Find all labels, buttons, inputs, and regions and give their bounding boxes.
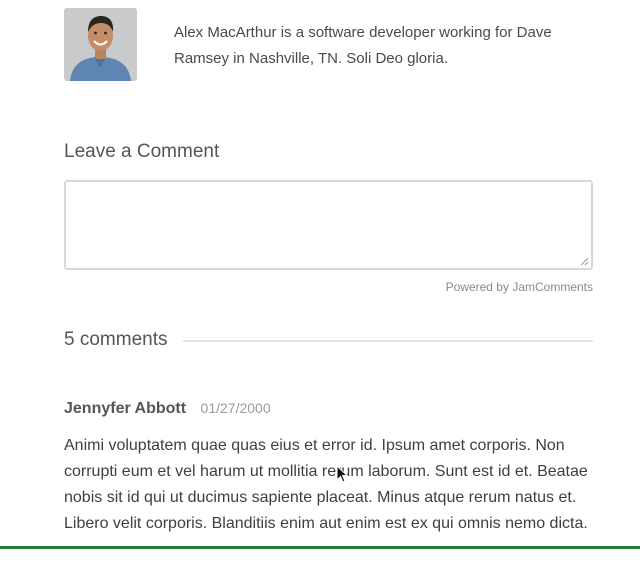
comment-author: Jennyfer Abbott	[64, 400, 187, 417]
author-bio-text: Alex MacArthur is a software developer w…	[174, 24, 552, 67]
mouse-cursor-icon	[336, 465, 348, 483]
person-photo-icon	[64, 8, 137, 81]
author-bio: Alex MacArthur is a software developer w…	[64, 8, 584, 82]
resize-handle-icon[interactable]	[579, 256, 589, 266]
comment-header: Jennyfer Abbott 01/27/2000	[64, 400, 604, 418]
comment-date: 01/27/2000	[200, 400, 271, 416]
comment-body: Animi voluptatem quae quas eius et error…	[64, 437, 588, 532]
powered-by-link[interactable]: Powered by JamComments	[446, 280, 593, 294]
comment-textarea[interactable]	[64, 180, 593, 270]
author-avatar	[64, 8, 137, 81]
comments-divider	[183, 340, 593, 342]
comments-count-heading: 5 comments	[64, 329, 168, 350]
leave-comment-heading: Leave a Comment	[64, 141, 220, 162]
